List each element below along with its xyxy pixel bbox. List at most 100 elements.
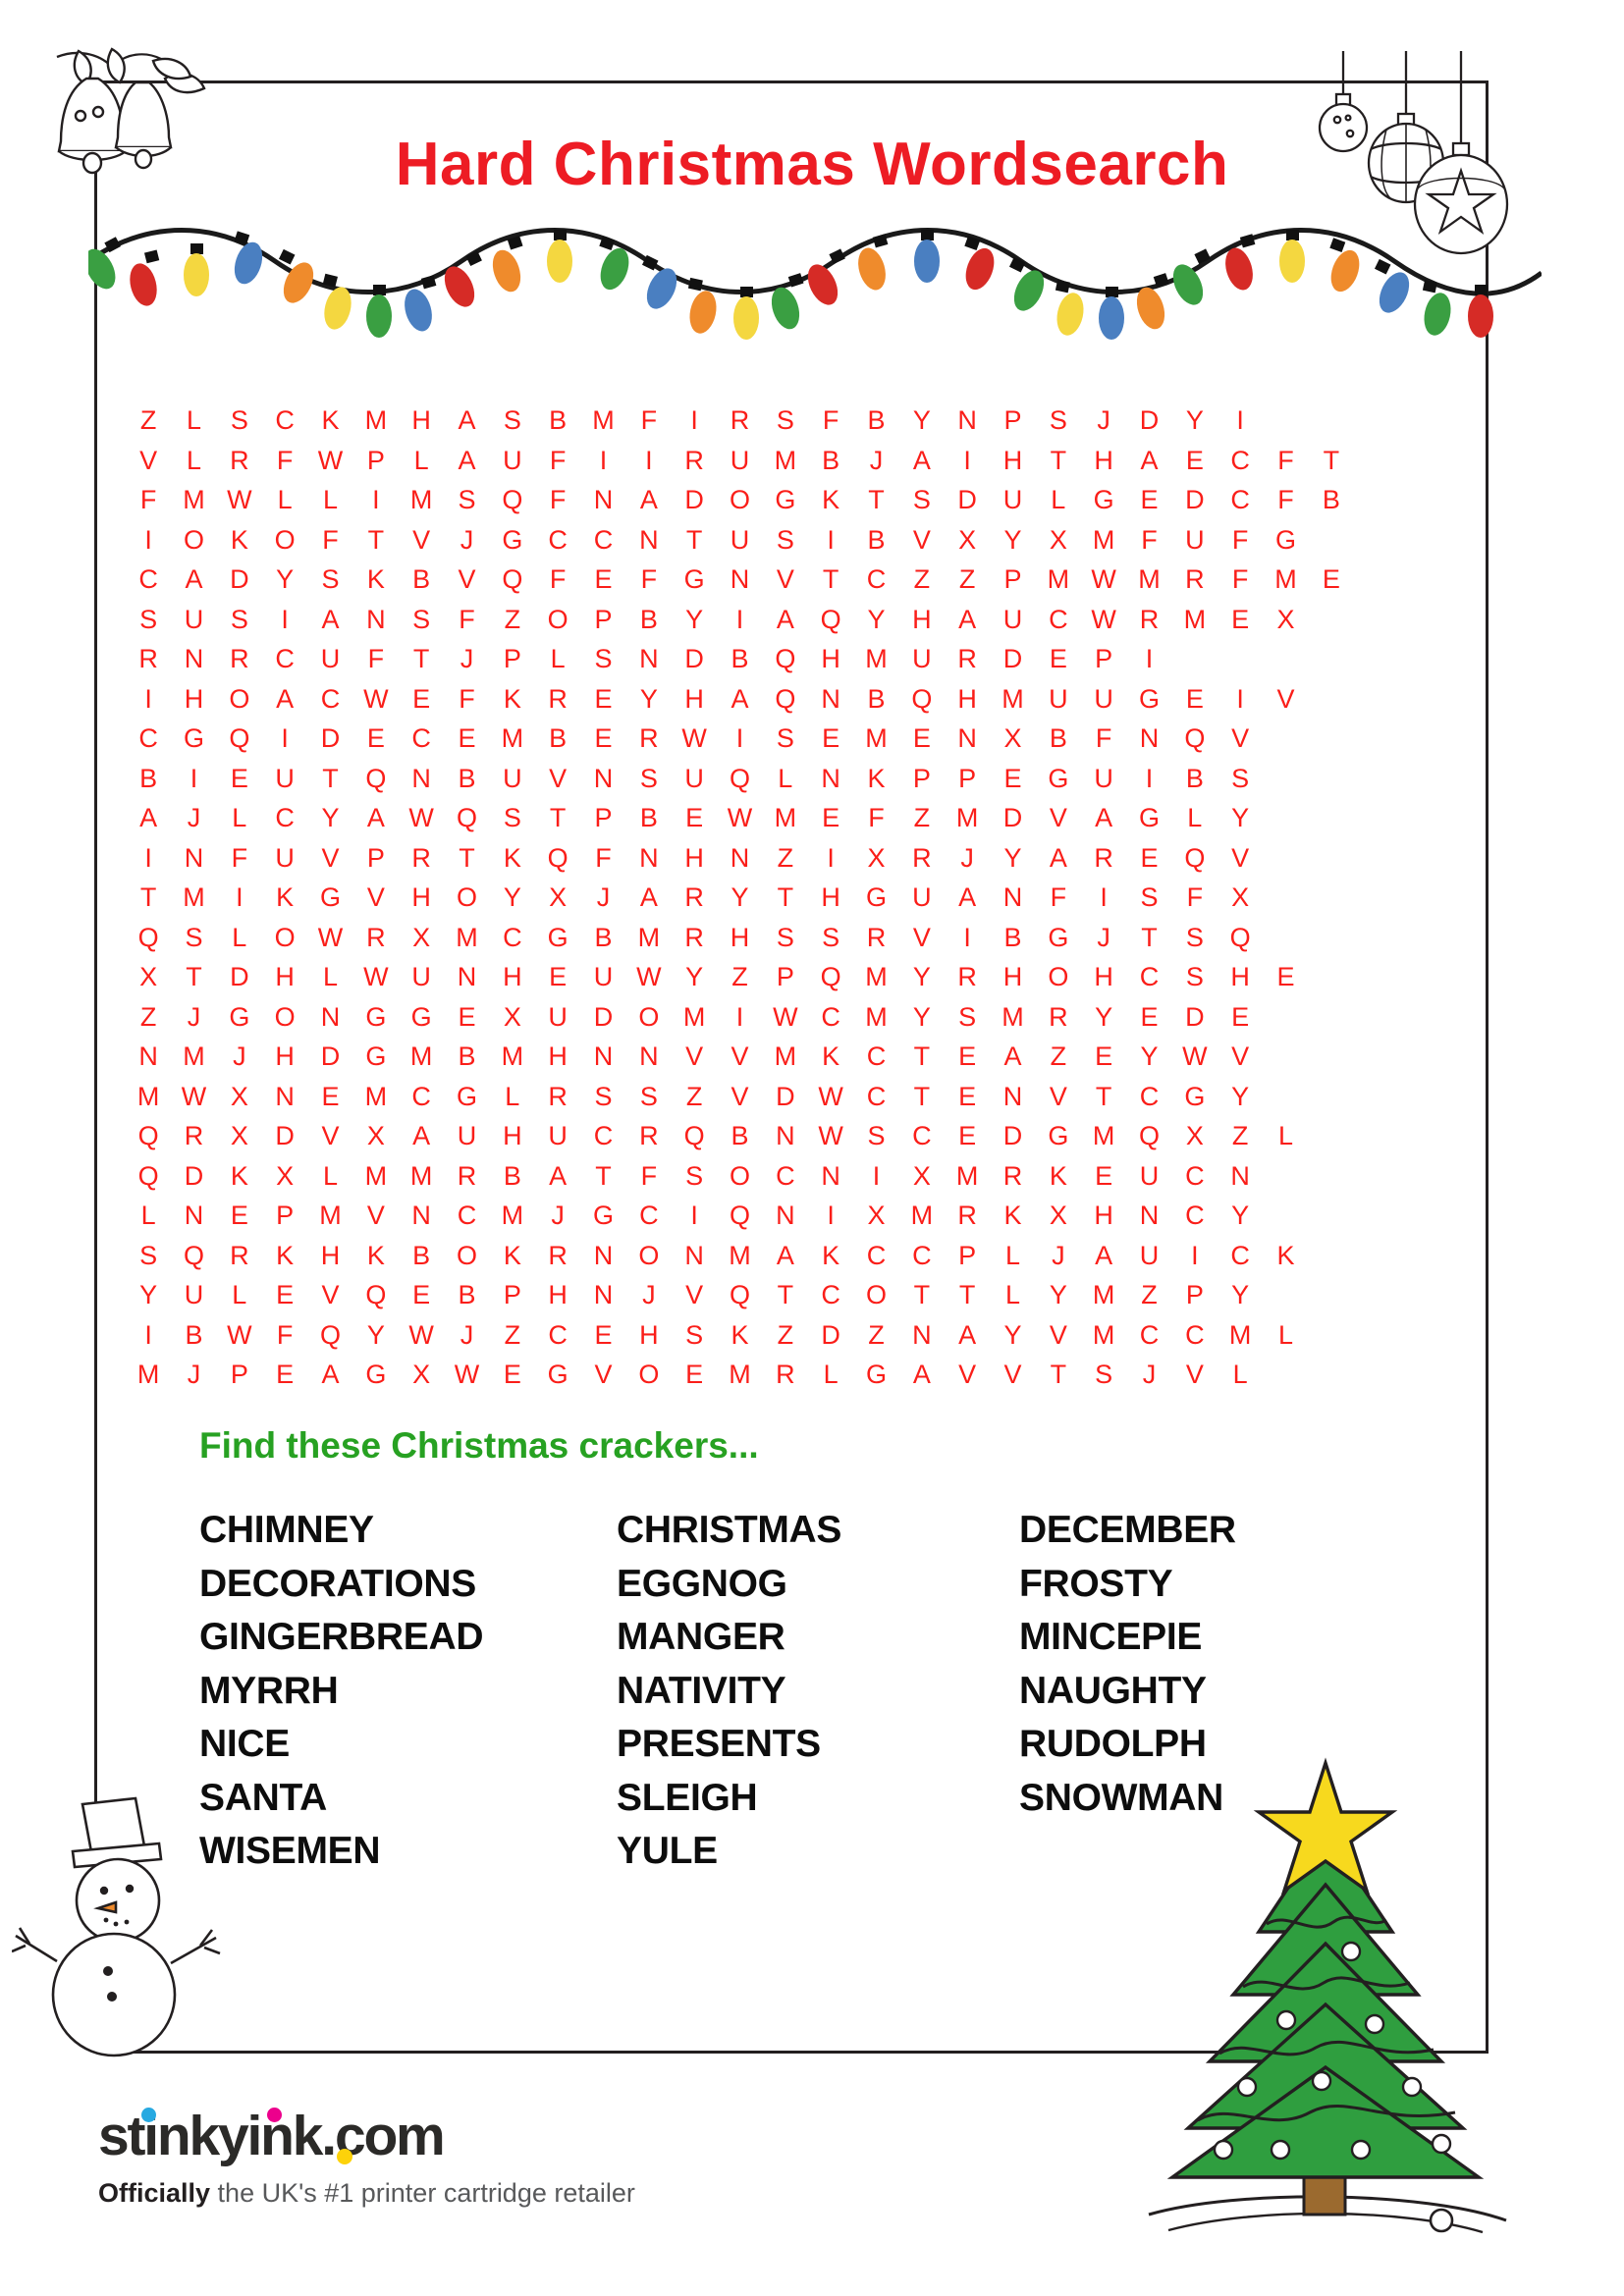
logo-text-part1: stinkyink (98, 2105, 323, 2167)
grid-cell: W (317, 922, 344, 952)
grid-cell: N (730, 842, 750, 873)
grid-cell: S (230, 405, 248, 435)
grid-cell: E (594, 1319, 613, 1350)
grid-cell: M (1138, 564, 1161, 594)
grid-cell (1309, 878, 1354, 918)
grid-cell: W (454, 1360, 480, 1389)
grid-cell: G (1093, 485, 1114, 514)
word-list-item: CHIMNEY (199, 1509, 374, 1551)
grid-cell: A (912, 445, 931, 475)
grid-cell: F (1231, 524, 1249, 555)
grid-cell: Z (777, 842, 794, 873)
grid-cell (1445, 759, 1490, 799)
grid-cell (1309, 719, 1354, 759)
grid-cell: Z (868, 1319, 885, 1350)
grid-cell: C (866, 1081, 887, 1111)
grid-cell: Z (777, 1319, 794, 1350)
grid-cell: U (730, 445, 750, 475)
stinkyink-logo[interactable]: stinkyink.com (98, 2105, 446, 2167)
grid-cell: Y (1231, 803, 1250, 832)
grid-cell: K (230, 1160, 248, 1191)
grid-cell: B (458, 1280, 476, 1309)
wordsearch-grid: ZLSCKMHASBMFIRSFBYNPSJDYIVLRFWPLAUFIIRUM… (126, 400, 1490, 1395)
grid-cell: E (1049, 644, 1067, 673)
grid-cell: T (186, 962, 202, 991)
grid-cell: N (184, 644, 204, 673)
grid-cell: G (683, 564, 705, 594)
grid-cell: X (958, 524, 977, 555)
grid-cell: V (321, 1121, 340, 1150)
grid-cell: L (823, 1360, 839, 1389)
grid-cell: X (1003, 723, 1022, 753)
grid-cell: N (593, 1240, 614, 1270)
grid-cell (1445, 1236, 1490, 1276)
grid-cell: A (958, 1319, 977, 1350)
grid-cell: M (364, 1160, 388, 1191)
grid-cell (1399, 1156, 1444, 1197)
grid-cell: L (140, 1201, 156, 1230)
grid-cell: D (1139, 405, 1160, 435)
grid-cell: F (459, 604, 475, 634)
grid-cell: G (410, 1001, 432, 1032)
grid-cell (1354, 639, 1399, 679)
grid-cell: T (322, 763, 339, 793)
grid-cell: B (503, 1160, 521, 1191)
grid-cell: O (229, 683, 250, 714)
grid-cell: E (1095, 1160, 1113, 1191)
grid-cell: G (547, 922, 568, 952)
grid-cell: H (1002, 445, 1023, 475)
grid-cell: Q (775, 683, 796, 714)
grid-cell: M (1092, 1121, 1115, 1150)
grid-cell: A (958, 604, 977, 634)
grid-cell: T (1323, 445, 1340, 475)
grid-cell: X (503, 1001, 521, 1032)
grid-cell: Q (319, 1319, 341, 1350)
word-list-item: MYRRH (199, 1669, 339, 1712)
grid-cell: E (1140, 1001, 1159, 1032)
grid-cell: Y (1185, 405, 1204, 435)
grid-cell: R (684, 445, 704, 475)
grid-cell: U (912, 644, 932, 673)
grid-cell (1354, 1196, 1399, 1236)
grid-cell: X (276, 1160, 295, 1191)
grid-cell: R (184, 1121, 204, 1150)
grid-cell: M (183, 485, 205, 514)
grid-cell: B (185, 1319, 203, 1350)
grid-cell: U (1002, 604, 1023, 634)
grid-cell: C (1139, 1081, 1160, 1111)
grid-cell: I (827, 1201, 835, 1230)
grid-cell (1445, 798, 1490, 838)
grid-cell: R (730, 405, 750, 435)
grid-cell: J (1052, 1240, 1065, 1270)
grid-cell (1445, 957, 1490, 997)
grid-cell (1399, 997, 1444, 1038)
grid-cell: I (735, 723, 744, 753)
grid-cell: H (821, 882, 840, 912)
grid-cell: N (912, 1319, 932, 1350)
grid-cell: A (412, 1121, 431, 1150)
grid-cell (1445, 1196, 1490, 1236)
grid-cell: S (230, 604, 248, 634)
grid-cell: E (958, 1081, 977, 1111)
grid-cell: O (638, 1240, 660, 1270)
grid-cell: Q (547, 842, 568, 873)
grid-cell: V (594, 1360, 613, 1389)
grid-cell: G (456, 1081, 477, 1111)
word-list-item: FROSTY (1019, 1562, 1173, 1605)
grid-cell: P (276, 1201, 295, 1230)
grid-cell: Y (139, 1280, 158, 1309)
grid-cell: O (638, 1360, 660, 1389)
grid-cell: R (230, 445, 249, 475)
word-list-item: YULE (617, 1830, 718, 1872)
grid-cell: T (549, 803, 567, 832)
grid-cell: D (1002, 1121, 1023, 1150)
grid-cell: V (321, 842, 340, 873)
grid-cell: R (684, 922, 704, 952)
grid-cell: O (456, 1240, 477, 1270)
grid-cell: I (1145, 644, 1154, 673)
grid-cell: N (366, 604, 386, 634)
grid-cell: C (866, 564, 887, 594)
grid-cell: V (458, 564, 476, 594)
grid-cell: I (963, 445, 971, 475)
grid-cell: E (1322, 564, 1340, 594)
